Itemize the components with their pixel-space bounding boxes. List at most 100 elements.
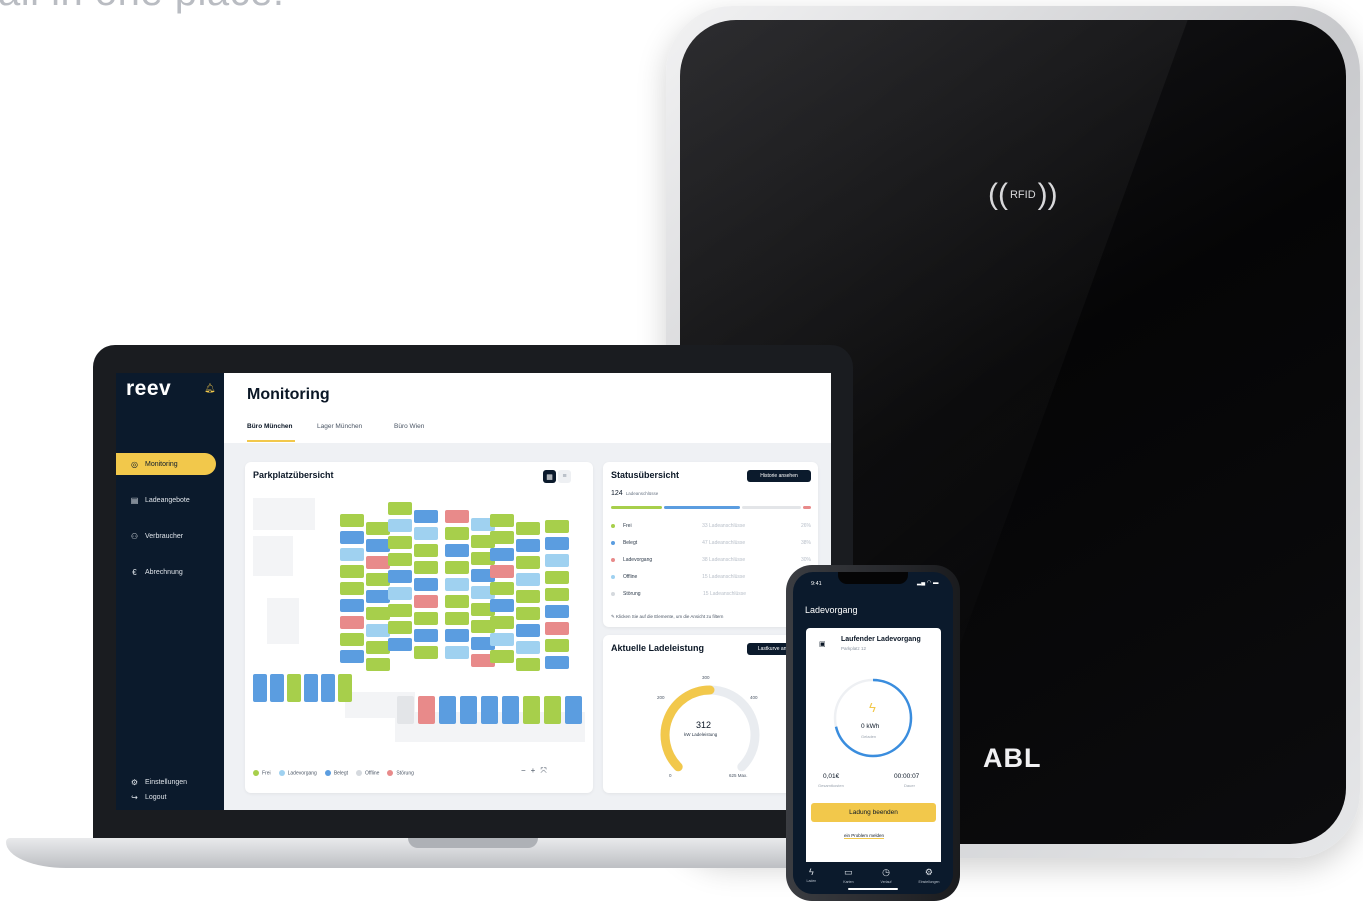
- parking-space[interactable]: [366, 641, 390, 654]
- list-view-icon[interactable]: ≡: [558, 470, 571, 483]
- fullscreen-button[interactable]: ⤧: [540, 766, 546, 776]
- parking-space[interactable]: [545, 554, 569, 567]
- parking-space[interactable]: [516, 658, 540, 671]
- parking-space[interactable]: [545, 605, 569, 618]
- parking-space[interactable]: [388, 519, 412, 532]
- status-row[interactable]: Störung15 Ladeanschlüsse4%: [611, 589, 811, 598]
- parking-space[interactable]: [490, 582, 514, 595]
- parking-space[interactable]: [414, 578, 438, 591]
- parking-space[interactable]: [287, 674, 301, 702]
- parking-space[interactable]: [340, 650, 364, 663]
- sidebar-item-abrechnung[interactable]: € Abrechnung: [116, 561, 216, 583]
- parking-space[interactable]: [516, 556, 540, 569]
- parking-space[interactable]: [340, 548, 364, 561]
- report-problem-link[interactable]: ein Problem melden: [844, 833, 884, 838]
- parking-space[interactable]: [366, 607, 390, 620]
- status-row[interactable]: Ladevorgang 38 Ladeanschlüsse 30%: [611, 555, 811, 564]
- parking-space[interactable]: [388, 604, 412, 617]
- zoom-out-button[interactable]: −: [521, 766, 526, 776]
- parking-space[interactable]: [545, 520, 569, 533]
- parking-space[interactable]: [397, 696, 414, 724]
- history-button[interactable]: Historie ansehen: [747, 470, 811, 482]
- parking-space[interactable]: [490, 548, 514, 561]
- parking-space[interactable]: [490, 633, 514, 646]
- status-row[interactable]: Belegt 47 Ladeanschlüsse 38%: [611, 538, 811, 547]
- tab-lager-muenchen[interactable]: Lager München: [317, 423, 362, 430]
- parking-space[interactable]: [545, 588, 569, 601]
- parking-space[interactable]: [388, 638, 412, 651]
- parking-space[interactable]: [544, 696, 561, 724]
- parking-space[interactable]: [388, 502, 412, 515]
- sidebar-item-ladeangebote[interactable]: ▤ Ladeangebote: [116, 489, 216, 511]
- parking-space[interactable]: [516, 607, 540, 620]
- parking-space[interactable]: [366, 539, 390, 552]
- sidebar-item-settings[interactable]: ⚙ Einstellungen: [116, 776, 216, 788]
- parking-space[interactable]: [502, 696, 519, 724]
- parking-space[interactable]: [516, 641, 540, 654]
- parking-space[interactable]: [414, 595, 438, 608]
- parking-space[interactable]: [304, 674, 318, 702]
- parking-space[interactable]: [516, 624, 540, 637]
- parking-space[interactable]: [545, 656, 569, 669]
- parking-space[interactable]: [445, 595, 469, 608]
- parking-space[interactable]: [490, 599, 514, 612]
- parking-space[interactable]: [545, 639, 569, 652]
- parking-space[interactable]: [388, 587, 412, 600]
- parking-space[interactable]: [340, 633, 364, 646]
- parking-space[interactable]: [340, 514, 364, 527]
- parking-space[interactable]: [490, 514, 514, 527]
- parking-space[interactable]: [445, 578, 469, 591]
- parking-space[interactable]: [366, 624, 390, 637]
- parking-space[interactable]: [388, 553, 412, 566]
- parking-space[interactable]: [439, 696, 456, 724]
- parking-space[interactable]: [388, 621, 412, 634]
- parking-space[interactable]: [545, 571, 569, 584]
- parking-space[interactable]: [366, 573, 390, 586]
- parking-space[interactable]: [414, 510, 438, 523]
- zoom-in-button[interactable]: +: [531, 766, 536, 776]
- sidebar-item-monitoring[interactable]: ◎ Monitoring: [116, 453, 216, 475]
- parking-space[interactable]: [418, 696, 435, 724]
- parking-space[interactable]: [366, 590, 390, 603]
- parking-space[interactable]: [545, 622, 569, 635]
- parking-space[interactable]: [445, 561, 469, 574]
- bell-icon[interactable]: 🔔︎: [204, 383, 215, 394]
- parking-space[interactable]: [516, 539, 540, 552]
- parking-space[interactable]: [340, 531, 364, 544]
- parking-space[interactable]: [414, 629, 438, 642]
- parking-space[interactable]: [445, 629, 469, 642]
- parking-space[interactable]: [414, 527, 438, 540]
- parking-space[interactable]: [340, 616, 364, 629]
- parking-space[interactable]: [366, 556, 390, 569]
- parking-space[interactable]: [460, 696, 477, 724]
- parking-space[interactable]: [523, 696, 540, 724]
- tab-buero-muenchen[interactable]: Büro München: [247, 423, 293, 430]
- parking-space[interactable]: [445, 527, 469, 540]
- parking-space[interactable]: [270, 674, 284, 702]
- status-row[interactable]: Frei 33 Ladeanschlüsse 26%: [611, 521, 811, 530]
- parking-space[interactable]: [388, 536, 412, 549]
- parking-space[interactable]: [565, 696, 582, 724]
- parking-space[interactable]: [366, 658, 390, 671]
- phone-tab-einstellungen[interactable]: ⚙ Einstellungen: [918, 867, 939, 894]
- parking-space[interactable]: [445, 544, 469, 557]
- phone-tab-laden[interactable]: ϟ Laden: [807, 867, 817, 894]
- sidebar-item-verbraucher[interactable]: ⚇ Verbraucher: [116, 525, 216, 547]
- parking-space[interactable]: [366, 522, 390, 535]
- parking-space[interactable]: [340, 582, 364, 595]
- parking-space[interactable]: [490, 565, 514, 578]
- parking-space[interactable]: [481, 696, 498, 724]
- sidebar-item-logout[interactable]: ↪ Logout: [116, 791, 216, 803]
- parking-space[interactable]: [338, 674, 352, 702]
- parking-space[interactable]: [490, 616, 514, 629]
- parking-space[interactable]: [516, 522, 540, 535]
- parking-space[interactable]: [340, 565, 364, 578]
- parking-space[interactable]: [445, 646, 469, 659]
- tab-buero-wien[interactable]: Büro Wien: [394, 423, 424, 430]
- parking-space[interactable]: [545, 537, 569, 550]
- parking-space[interactable]: [414, 561, 438, 574]
- parking-space[interactable]: [414, 646, 438, 659]
- stop-charging-button[interactable]: Ladung beenden: [811, 803, 936, 822]
- parking-space[interactable]: [414, 612, 438, 625]
- parking-space[interactable]: [321, 674, 335, 702]
